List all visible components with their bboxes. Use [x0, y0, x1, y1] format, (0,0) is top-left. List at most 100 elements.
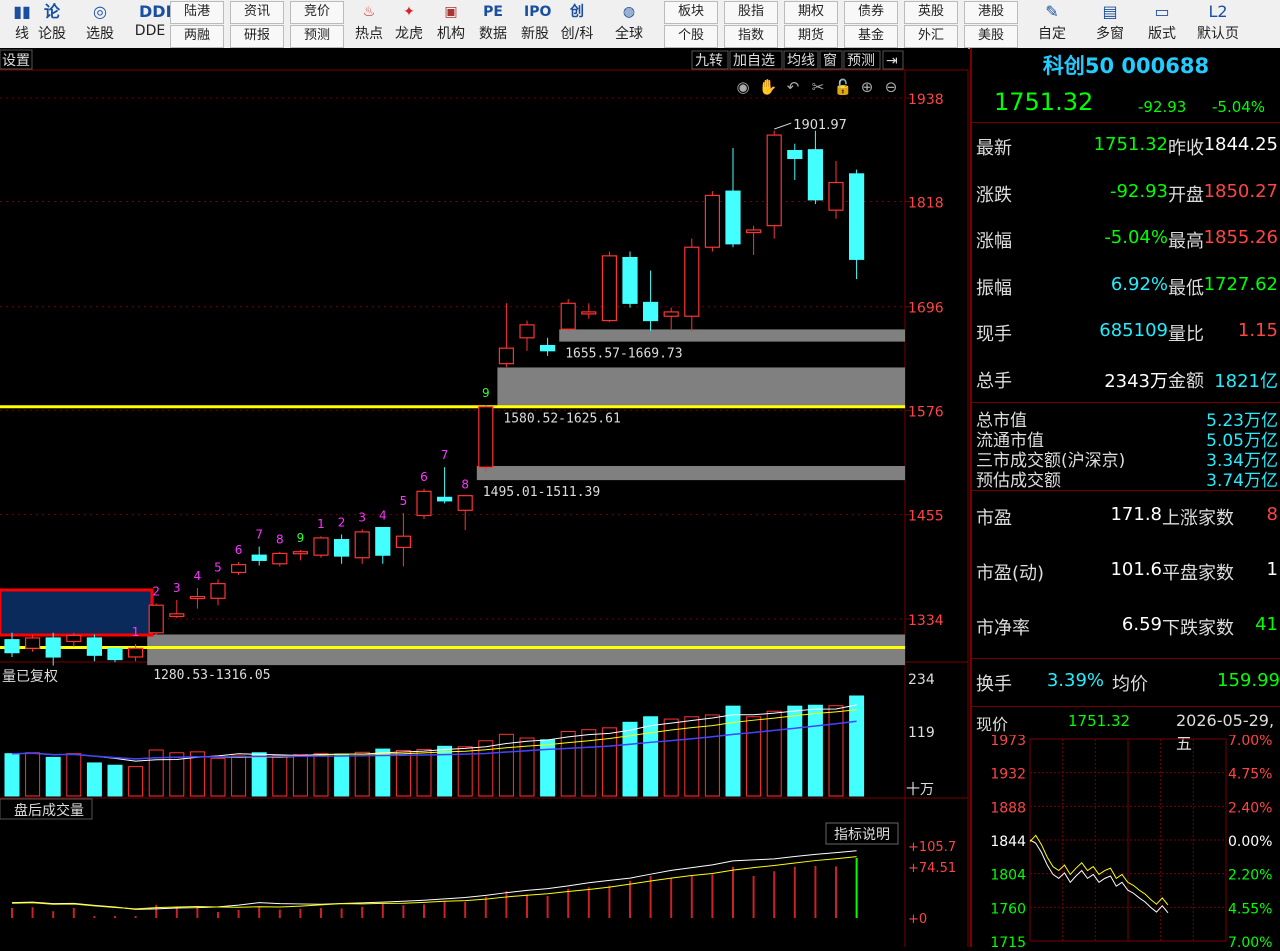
toolbar-layout-0-button[interactable]: ✎ 自定 [1026, 0, 1078, 46]
volume-bar[interactable] [25, 752, 41, 797]
toolbar-pair-bottom-button[interactable]: 预测 [290, 25, 344, 48]
volume-bar[interactable] [128, 766, 144, 797]
toolbar-item-2-button[interactable]: ▣ 机构 [430, 0, 472, 46]
candle-body[interactable] [272, 552, 288, 565]
volume-bar[interactable] [292, 754, 308, 797]
candle-body[interactable] [581, 311, 597, 315]
volume-bar[interactable] [849, 695, 865, 797]
toolbar-item-5-button[interactable]: 创 创/科 [556, 0, 598, 46]
mini-chart-svg[interactable]: 1973 7.00% 1932 4.75% 1888 2.40% 1844 0.00% 1804… [972, 735, 1280, 947]
volume-bar[interactable] [189, 751, 205, 797]
candle-body[interactable] [622, 256, 638, 304]
candle-body[interactable] [189, 595, 205, 600]
toolbar-layout-2-button[interactable]: ▭ 版式 [1136, 0, 1188, 46]
candle-body[interactable] [539, 344, 556, 352]
volume-bar[interactable] [45, 756, 61, 797]
volume-bar[interactable] [4, 753, 20, 797]
volume-bar[interactable] [395, 749, 411, 797]
candle-body[interactable] [148, 604, 164, 634]
toolbar-select-stock-button[interactable]: ◎ 选股 [78, 0, 122, 46]
candle-body[interactable] [128, 647, 144, 658]
toolbar-dde-button[interactable]: DDE DDE [128, 0, 177, 46]
volume-bar[interactable] [766, 710, 782, 797]
volume-bar[interactable] [437, 745, 453, 797]
volume-bar[interactable] [231, 755, 247, 797]
volume-bar[interactable] [251, 752, 267, 797]
candle-body[interactable] [86, 637, 103, 656]
candle-body[interactable] [828, 181, 844, 211]
candle-body[interactable] [787, 150, 803, 159]
toolbar-layout-1-button[interactable]: ▤ 多窗 [1084, 0, 1136, 46]
toolbar-pair-top-button[interactable]: 板块 [664, 1, 718, 24]
toolbar-layout-3-button[interactable]: L2 默认页 [1192, 0, 1244, 46]
volume-bar[interactable] [787, 705, 803, 797]
candle-body[interactable] [25, 637, 41, 649]
candle-body[interactable] [313, 537, 329, 556]
volume-bar[interactable] [148, 749, 164, 797]
toolbar-pair-bottom-button[interactable]: 外汇 [904, 25, 958, 48]
candle-body[interactable] [107, 647, 123, 661]
candle-body[interactable] [292, 551, 308, 555]
toolbar-pair-bottom-button[interactable]: 研报 [230, 25, 284, 48]
volume-bar[interactable] [86, 762, 102, 797]
volume-bar[interactable] [272, 755, 288, 797]
candle-body[interactable] [437, 496, 453, 502]
toolbar-pair-top-button[interactable]: 竞价 [290, 1, 344, 24]
volume-bar[interactable] [354, 751, 370, 797]
candle-body[interactable] [704, 194, 721, 248]
toolbar-pair-top-button[interactable]: 股指 [724, 1, 778, 24]
candle-body[interactable] [745, 229, 762, 234]
candle-body[interactable] [560, 302, 576, 330]
candle-body[interactable] [4, 639, 20, 654]
volume-bar[interactable] [416, 749, 432, 797]
toolbar-pair-top-button[interactable]: 陆港 [170, 1, 224, 24]
toolbar-pair-top-button[interactable]: 资讯 [230, 1, 284, 24]
toolbar-item-4-button[interactable]: IPO 新股 [514, 0, 556, 46]
toolbar-pair-bottom-button[interactable]: 两融 [170, 25, 224, 48]
candle-body[interactable] [642, 301, 659, 322]
candle-body[interactable] [684, 246, 700, 317]
kline-chart-area[interactable]: 设置 九转 加自选 均线窗预测 ⇥ ◉ ✋ ↶ ✂ 🔓 ⊕ ⊖ 1334 1455 1576 1696 1818… [0, 48, 970, 947]
candle-body[interactable] [354, 531, 370, 559]
volume-bar[interactable] [725, 705, 741, 797]
candle-body[interactable] [169, 613, 185, 618]
candle-body[interactable] [766, 134, 782, 227]
candle-body[interactable] [45, 637, 61, 658]
candle-body[interactable] [251, 554, 267, 561]
toolbar-pair-top-button[interactable]: 英股 [904, 1, 958, 24]
volume-bar[interactable] [107, 764, 123, 797]
toolbar-pair-bottom-button[interactable]: 基金 [844, 25, 898, 48]
toolbar-item-6-button[interactable]: ◍ 全球 [608, 0, 650, 46]
candle-body[interactable] [519, 324, 535, 339]
candle-body[interactable] [66, 634, 82, 643]
candle-body[interactable] [663, 311, 679, 317]
toolbar-discuss-button[interactable]: 论 论股 [30, 0, 74, 46]
candle-body[interactable] [478, 406, 494, 468]
volume-bar[interactable] [581, 729, 597, 797]
volume-bar[interactable] [828, 705, 844, 797]
candle-body[interactable] [375, 526, 391, 556]
candle-body[interactable] [231, 564, 247, 574]
volume-bar[interactable] [66, 753, 82, 797]
candle-body[interactable] [725, 190, 741, 245]
toolbar-pair-top-button[interactable]: 港股 [964, 1, 1018, 24]
volume-bar[interactable] [334, 753, 350, 797]
volume-bar[interactable] [560, 731, 576, 797]
toolbar-pair-bottom-button[interactable]: 指数 [724, 25, 778, 48]
highlight-box[interactable] [0, 588, 154, 637]
intraday-mini-chart[interactable]: 现价 1751.32 2026-05-29,五 1973 7.00% 1932 4.7… [972, 708, 1280, 947]
volume-bar[interactable] [622, 721, 638, 797]
candle-body[interactable] [334, 539, 350, 557]
toolbar-pair-top-button[interactable]: 债券 [844, 1, 898, 24]
toolbar-item-3-button[interactable]: PE 数据 [472, 0, 514, 46]
candle-body[interactable] [457, 495, 473, 511]
toolbar-pair-bottom-button[interactable]: 个股 [664, 25, 718, 48]
toolbar-pair-bottom-button[interactable]: 美股 [964, 25, 1018, 48]
volume-bar[interactable] [704, 714, 720, 797]
toolbar-item-0-button[interactable]: ♨ 热点 [348, 0, 390, 46]
candle-body[interactable] [601, 255, 618, 322]
kline-chart-svg[interactable]: 设置 九转 加自选 均线窗预测 ⇥◉ ✋ ↶ ✂ 🔓 ⊕ ⊖13341455157616961818… [0, 48, 970, 947]
volume-bar[interactable] [643, 716, 659, 797]
toolbar-pair-top-button[interactable]: 期权 [784, 1, 838, 24]
volume-bar[interactable] [210, 757, 226, 797]
